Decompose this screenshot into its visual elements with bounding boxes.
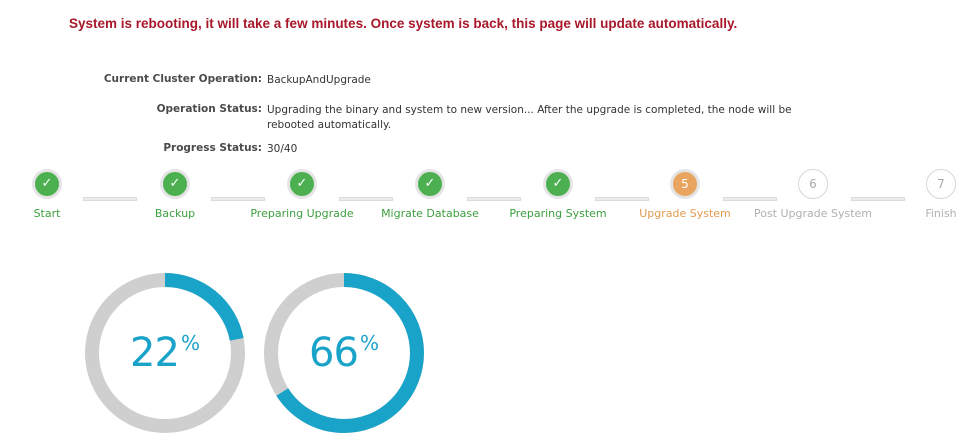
step-number-icon: 6 [798, 169, 828, 199]
step-label: Start [33, 207, 61, 220]
gauge-value: 66 [309, 330, 359, 376]
step-number-icon: 5 [670, 169, 700, 199]
step-preparing-upgrade: ✓ Preparing Upgrade [242, 168, 362, 228]
operation-value: BackupAndUpgrade [267, 74, 371, 86]
gauge-percent: 22% [82, 270, 248, 436]
step-marker: ✓ [163, 172, 187, 196]
step-check-icon: ✓ [415, 169, 445, 199]
step-backup: ✓ Backup [115, 168, 235, 228]
step-marker: ✓ [35, 172, 59, 196]
step-number-icon: 7 [926, 169, 956, 199]
gauge-unit: % [359, 331, 379, 355]
step-marker: 7 [929, 172, 953, 196]
step-label: Preparing System [509, 207, 607, 220]
step-marker: ✓ [546, 172, 570, 196]
step-marker: ✓ [290, 172, 314, 196]
step-start: ✓ Start [0, 168, 107, 228]
step-upgrade-system: 5 Upgrade System [625, 168, 745, 228]
step-check-icon: ✓ [32, 169, 62, 199]
step-finish: 7 Finish [881, 168, 968, 228]
step-migrate-database: ✓ Migrate Database [370, 168, 490, 228]
step-post-upgrade-system: 6 Post Upgrade System [753, 168, 873, 228]
gauge-value: 22 [130, 330, 180, 376]
step-check-icon: ✓ [160, 169, 190, 199]
operation-label: Current Cluster Operation: [103, 73, 262, 85]
step-label: Backup [154, 207, 196, 220]
step-marker: 5 [673, 172, 697, 196]
step-label: Migrate Database [381, 207, 479, 220]
step-preparing-system: ✓ Preparing System [498, 168, 618, 228]
step-label: Post Upgrade System [753, 207, 873, 220]
progress-gauge: 22% [82, 270, 248, 436]
step-check-icon: ✓ [287, 169, 317, 199]
gauge-unit: % [180, 331, 200, 355]
progress-label: Progress Status: [163, 142, 262, 154]
step-marker: ✓ [418, 172, 442, 196]
step-label: Finish [925, 207, 957, 220]
gauge-percent: 66% [261, 270, 427, 436]
step-wizard: ✓ Start ✓ Backup ✓ Preparing Upgrade ✓ M… [0, 168, 968, 228]
status-value: Upgrading the binary and system to new v… [267, 104, 792, 131]
step-label: Upgrade System [639, 207, 731, 220]
step-check-icon: ✓ [543, 169, 573, 199]
step-label: Preparing Upgrade [250, 207, 354, 220]
step-marker: 6 [801, 172, 825, 196]
progress-value: 30/40 [267, 143, 298, 155]
progress-gauge: 66% [261, 270, 427, 436]
reboot-banner: System is rebooting, it will take a few … [69, 16, 738, 31]
status-label: Operation Status: [156, 103, 262, 115]
